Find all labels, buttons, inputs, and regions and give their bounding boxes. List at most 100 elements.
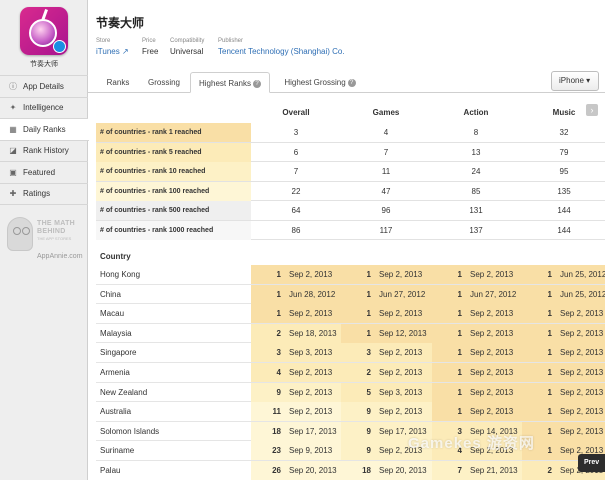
appannie-promo[interactable]: THE MATH BEHIND THE APP STORES AppAnnie.c… — [7, 215, 83, 263]
rank-value: 5 — [366, 387, 371, 397]
summary-value: 24 — [471, 167, 481, 176]
calendar-icon: ▦ — [9, 124, 17, 134]
table-row[interactable]: China 1 Jun 28, 2012 1 Jun 27, 2012 1 Jun 27, … — [96, 284, 605, 305]
summary-row: # of countries - rank 5 reached 6 7 13 79 — [96, 142, 605, 162]
thumb-icon: ✚ — [9, 189, 17, 199]
rank-value: 1 — [547, 368, 552, 377]
rank-date: Sep 2, 2013 — [560, 426, 604, 436]
summary-row-label: # of countries - rank 500 reached — [96, 201, 251, 220]
summary-value: 6 — [293, 147, 299, 157]
summary-value: 86 — [291, 225, 301, 235]
prev-button[interactable]: Prev — [578, 454, 605, 472]
rank-cell: 1 Sep 2, 2013 — [251, 304, 342, 324]
country-name: Malaysia — [100, 328, 132, 338]
rank-cell: 1 Sep 2, 2013 — [522, 363, 605, 382]
sidebar-app-name: 节奏大师 — [30, 61, 58, 68]
country-name: Australia — [100, 407, 132, 417]
tab-ranks[interactable]: Ranks — [98, 72, 138, 93]
summary-value: 96 — [381, 206, 391, 215]
sidebar-item-rank-history[interactable]: ◪ Rank History — [0, 141, 88, 162]
country-name: Solomon Islands — [100, 426, 160, 436]
sidebar-item-ratings[interactable]: ✚ Ratings — [0, 184, 88, 205]
summary-value: 22 — [291, 186, 301, 196]
column-header-overall: Overall — [282, 108, 310, 117]
summary-value: 11 — [381, 167, 391, 176]
rank-value: 26 — [272, 466, 281, 475]
app-title: 节奏大师 — [96, 16, 145, 30]
rank-value: 18 — [362, 466, 371, 475]
rank-value: 9 — [366, 446, 371, 456]
country-name: China — [100, 289, 121, 299]
sidebar-item-daily-ranks[interactable]: ▦ Daily Ranks — [0, 119, 89, 141]
help-icon: ? — [347, 78, 356, 87]
tab-highest-grossing[interactable]: Highest Grossing? — [274, 72, 366, 93]
rank-value: 1 — [547, 348, 552, 358]
summary-row-label: # of countries - rank 1000 reached — [96, 220, 251, 240]
chevron-right-icon: › — [590, 105, 594, 115]
summary-value: 8 — [473, 128, 479, 137]
tab-grossing[interactable]: Grossing — [140, 72, 188, 93]
table-row[interactable]: New Zealand 9 Sep 2, 2013 5 Sep 3, 2013 1 Sep … — [96, 382, 605, 403]
summary-row-label: # of countries - rank 10 reached — [96, 162, 251, 181]
tab-highest-ranks[interactable]: Highest Ranks? — [190, 72, 270, 93]
rank-cell: 2 Sep 2, 2013 — [341, 363, 432, 382]
summary-value: 7 — [383, 147, 389, 157]
rank-date: Sep 2, 2013 — [379, 309, 423, 319]
rank-cell: 1 Sep 2, 2013 — [432, 323, 523, 343]
rank-value: 1 — [547, 387, 552, 397]
sidebar-item-intelligence[interactable]: ✦ Intelligence — [0, 98, 88, 119]
rank-date: Sep 2, 2013 — [470, 407, 514, 417]
rank-value: 2 — [366, 368, 371, 377]
rank-value: 1 — [457, 328, 462, 338]
rank-value: 1 — [276, 270, 281, 279]
summary-row: # of countries - rank 1000 reached 86 117 1… — [96, 220, 605, 240]
table-row[interactable]: Hong Kong 1 Sep 2, 2013 1 Sep 2, 2013 1 Sep 2,… — [96, 265, 605, 285]
rank-date: Sep 2, 2013 — [379, 348, 423, 358]
summary-row-label: # of countries - rank 1 reached — [96, 123, 251, 142]
rank-value: 1 — [366, 270, 371, 279]
table-row[interactable]: Palau 26 Sep 20, 2013 18 Sep 20, 2013 7 Sep 21… — [96, 461, 605, 480]
rank-value: 1 — [366, 328, 371, 338]
table-row[interactable]: Malaysia 2 Sep 18, 2013 1 Sep 12, 2013 1 Sep 2… — [96, 323, 605, 344]
rank-cell: 1 Sep 2, 2013 — [432, 343, 523, 363]
rank-cell: 1 Jun 27, 2012 — [341, 284, 432, 304]
summary-value: 117 — [379, 225, 393, 235]
rank-value: 1 — [457, 387, 462, 397]
mascot-icon — [7, 217, 33, 251]
publisher-link[interactable]: Tencent Technology (Shanghai) Co. — [218, 47, 345, 56]
sidebar-item-app-details[interactable]: ⓘ App Details — [0, 76, 88, 98]
table-row[interactable]: Macau 1 Sep 2, 2013 1 Sep 2, 2013 1 Sep 2, 201… — [96, 304, 605, 324]
rank-date: Sep 2, 2013 — [560, 348, 604, 358]
rank-cell: 1 Sep 2, 2013 — [341, 265, 432, 284]
meta-price: Price Free — [142, 38, 159, 56]
rank-cell: 4 Sep 2, 2013 — [251, 363, 342, 382]
table-row[interactable]: Singapore 3 Sep 3, 2013 3 Sep 2, 2013 1 Sep 2,… — [96, 343, 605, 363]
rank-value: 1 — [457, 407, 462, 417]
summary-value: 3 — [293, 128, 299, 137]
rank-date: Sep 18, 2013 — [289, 328, 337, 338]
summary-row-label: # of countries - rank 5 reached — [96, 142, 251, 162]
sidebar-item-featured[interactable]: ▣ Featured — [0, 162, 88, 184]
rank-value: 1 — [547, 289, 552, 299]
summary-row: # of countries - rank 10 reached 7 11 24 95 — [96, 162, 605, 182]
rank-date: Sep 20, 2013 — [289, 466, 337, 475]
next-columns-button[interactable]: › — [586, 104, 598, 116]
summary-value: 79 — [559, 147, 569, 157]
summary-row: # of countries - rank 100 reached 22 47 85 1… — [96, 181, 605, 201]
rank-date: Sep 17, 2013 — [289, 426, 337, 436]
table-row[interactable]: Australia 11 Sep 2, 2013 9 Sep 2, 2013 1 Sep 2… — [96, 402, 605, 422]
rank-cell: 26 Sep 20, 2013 — [251, 461, 342, 480]
device-select[interactable]: iPhone ▾ — [551, 71, 599, 91]
rank-date: Sep 2, 2013 — [470, 387, 514, 397]
rank-date: Sep 9, 2013 — [289, 446, 333, 456]
rank-value: 3 — [366, 348, 371, 358]
table-row[interactable]: Armenia 4 Sep 2, 2013 2 Sep 2, 2013 1 Sep 2, 2… — [96, 363, 605, 383]
rank-date: Sep 2, 2013 — [379, 407, 423, 417]
summary-value: 7 — [293, 167, 299, 176]
rank-value: 18 — [272, 426, 281, 436]
rank-value: 1 — [276, 309, 281, 319]
country-name: Suriname — [100, 446, 135, 456]
rank-value: 1 — [457, 309, 462, 319]
rank-cell: 1 Sep 2, 2013 — [432, 382, 523, 402]
store-link[interactable]: iTunes ↗ — [96, 47, 129, 56]
